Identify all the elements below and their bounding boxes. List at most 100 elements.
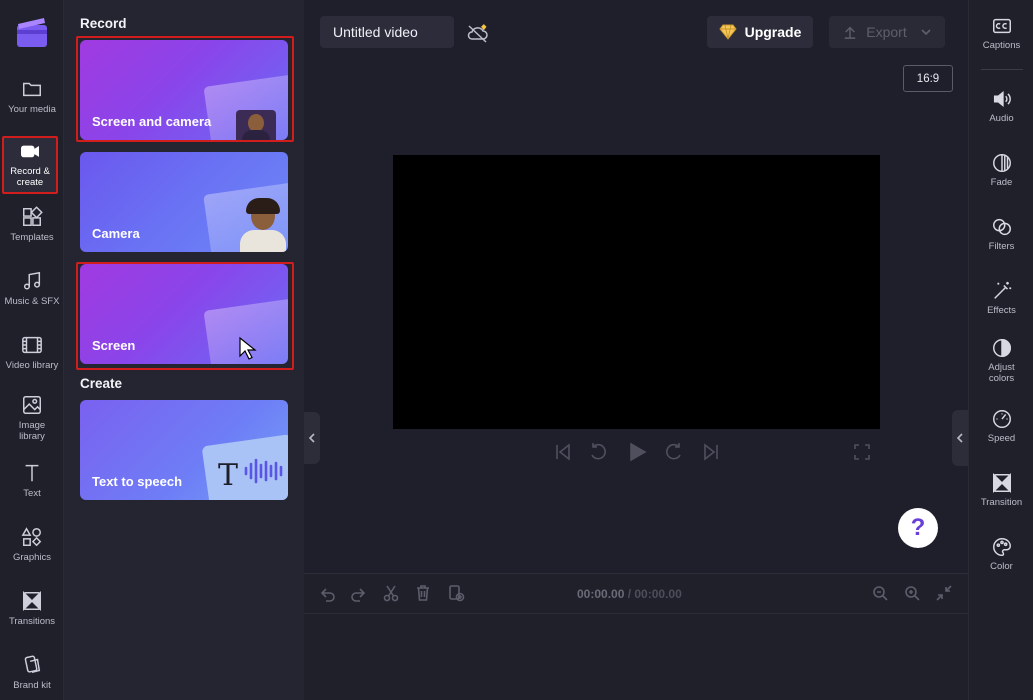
add-to-timeline-button[interactable] (447, 584, 467, 604)
nav-record-create[interactable]: Record & create (2, 136, 58, 194)
upgrade-label: Upgrade (744, 24, 802, 40)
nav-label: Image library (18, 420, 46, 442)
sidebar-label: Speed (987, 433, 1016, 444)
card-label: Screen and camera (92, 114, 212, 129)
filters-button[interactable]: Filters (969, 216, 1033, 252)
nav-label: Text (23, 488, 41, 499)
filters-icon (992, 218, 1011, 236)
record-create-panel: Record Screen and camera Camera Screen C… (64, 0, 304, 700)
text-icon (25, 464, 39, 482)
card-screen[interactable]: Screen (80, 264, 288, 364)
card-screen-and-camera[interactable]: Screen and camera (80, 40, 288, 140)
nav-label: Video library (5, 360, 59, 371)
video-preview[interactable] (393, 155, 880, 429)
fullscreen-icon (854, 444, 870, 460)
palette-icon (992, 538, 1011, 556)
zoom-in-icon (905, 586, 920, 601)
fade-button[interactable]: Fade (969, 152, 1033, 188)
video-camera-icon (21, 145, 39, 158)
person-thumbnail (238, 196, 288, 252)
skip-back-button[interactable] (552, 441, 574, 463)
play-button[interactable] (626, 441, 648, 463)
film-icon (22, 336, 42, 354)
undo-button[interactable] (318, 584, 338, 604)
redo-button[interactable] (350, 584, 370, 604)
nav-transitions[interactable]: Transitions (0, 590, 64, 650)
skip-forward-icon (704, 443, 718, 461)
export-label: Export (866, 24, 907, 40)
person-thumbnail (236, 110, 276, 140)
card-text-to-speech[interactable]: T Text to speech (80, 400, 288, 500)
chevron-left-icon (308, 433, 315, 443)
nav-graphics[interactable]: Graphics (0, 526, 64, 586)
nav-brand-kit[interactable]: Brand kit (0, 654, 64, 700)
nav-your-media[interactable]: Your media (0, 78, 64, 138)
card-label: Screen (92, 338, 136, 353)
skip-forward-button[interactable] (700, 441, 722, 463)
nav-templates[interactable]: Templates (0, 206, 64, 266)
delete-button[interactable] (414, 584, 434, 604)
card-label: Camera (92, 226, 140, 241)
timecode: 00:00.00 / 00:00.00 (577, 587, 682, 601)
sidebar-label: Color (990, 561, 1013, 572)
chevron-down-icon (921, 29, 931, 36)
zoom-in-button[interactable] (903, 584, 923, 604)
nav-music-sfx[interactable]: Music & SFX (0, 270, 64, 330)
shapes-icon (21, 527, 42, 547)
nav-label: Transitions (8, 616, 56, 627)
templates-icon (23, 206, 43, 226)
shrink-icon (936, 585, 952, 601)
create-heading: Create (80, 376, 123, 391)
clipchamp-editor: Your media Record & create Templates Mus… (0, 0, 1033, 700)
speed-button[interactable]: Speed (969, 408, 1033, 444)
card-camera[interactable]: Camera (80, 152, 288, 252)
nav-label: Your media (8, 104, 56, 115)
adjust-colors-button[interactable]: Adjust colors (969, 337, 1033, 384)
timeline-toolbar: 00:00.00 / 00:00.00 (304, 574, 968, 614)
zoom-out-icon (873, 586, 888, 601)
brand-kit-icon (24, 655, 41, 674)
trash-icon (417, 585, 429, 601)
fullscreen-button[interactable] (851, 441, 873, 463)
audio-button[interactable]: Audio (969, 88, 1033, 124)
add-media-icon (449, 585, 465, 602)
split-button[interactable] (382, 584, 402, 604)
nav-label: Graphics (12, 552, 51, 563)
fit-timeline-button[interactable] (935, 584, 955, 604)
color-button[interactable]: Color (969, 536, 1033, 572)
timeline[interactable]: 00:00.00 / 00:00.00 (304, 573, 968, 700)
waveform-icon (244, 458, 283, 484)
contrast-icon (992, 339, 1011, 357)
nav-label: Templates (10, 232, 54, 243)
left-nav: Your media Record & create Templates Mus… (0, 0, 64, 700)
export-button[interactable]: Export (829, 16, 945, 48)
transition-icon (23, 590, 41, 612)
folder-icon (23, 82, 41, 97)
sidebar-label: Adjust colors (988, 362, 1015, 384)
nav-video-library[interactable]: Video library (0, 334, 64, 394)
nav-label: Record & create (10, 166, 50, 188)
collapse-properties-button[interactable] (952, 410, 968, 466)
zoom-out-button[interactable] (871, 584, 891, 604)
sidebar-divider (981, 69, 1023, 70)
rewind-5-button[interactable] (587, 441, 609, 463)
nav-text[interactable]: Text (0, 462, 64, 522)
forward-5-button[interactable] (663, 441, 685, 463)
app-logo-icon[interactable] (14, 16, 50, 50)
help-button[interactable]: ? (898, 508, 938, 548)
project-title-input[interactable]: Untitled video (320, 16, 454, 48)
scissors-icon (383, 585, 399, 602)
play-icon (630, 442, 647, 462)
diamond-icon (718, 24, 737, 40)
upgrade-button[interactable]: Upgrade (707, 16, 813, 48)
collapse-panel-button[interactable] (304, 412, 320, 464)
transition-button[interactable]: Transition (969, 472, 1033, 508)
effects-button[interactable]: Effects (969, 280, 1033, 316)
nav-image-library[interactable]: Image library (0, 394, 64, 454)
captions-button[interactable]: Captions (969, 15, 1033, 51)
sidebar-label: Fade (990, 177, 1013, 188)
aspect-ratio-button[interactable]: 16:9 (903, 65, 953, 92)
cloud-offline-icon[interactable] (466, 22, 490, 44)
fade-icon (992, 154, 1011, 172)
upload-icon (845, 26, 856, 39)
